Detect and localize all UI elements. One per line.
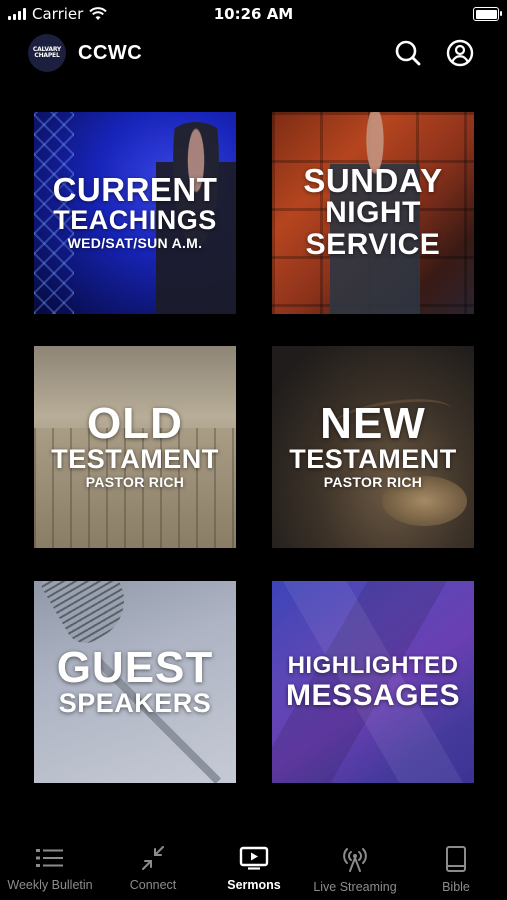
tile-line2: SPEAKERS	[58, 688, 212, 718]
tile-line1: OLD	[87, 399, 183, 448]
tile-text: SUNDAY NIGHT SERVICE	[303, 162, 443, 261]
status-bar: Carrier 10:26 AM	[0, 0, 507, 28]
tab-sermons[interactable]: Sermons	[204, 838, 304, 892]
tile-line3: WED/SAT/SUN A.M.	[67, 235, 203, 251]
search-icon[interactable]	[393, 38, 423, 68]
tile-sunday-night-service[interactable]: SUNDAY NIGHT SERVICE	[272, 112, 474, 314]
broadcast-icon	[343, 848, 367, 872]
tile-line1: GUEST	[56, 643, 214, 692]
tile-line2: MESSAGES	[285, 679, 461, 712]
tile-highlighted-messages[interactable]: HIGHLIGHTED MESSAGES	[272, 581, 474, 783]
tab-weekly-bulletin[interactable]: Weekly Bulletin	[0, 838, 100, 892]
tile-text: NEW TESTAMENT PASTOR RICH	[289, 399, 457, 491]
tab-bible[interactable]: Bible	[406, 838, 506, 894]
tab-connect[interactable]: Connect	[103, 838, 203, 892]
tile-text: GUEST SPEAKERS	[56, 643, 214, 718]
tab-label: Weekly Bulletin	[7, 878, 93, 892]
book-icon	[446, 846, 466, 872]
tab-label: Bible	[442, 880, 470, 894]
tile-guest-speakers[interactable]: GUEST SPEAKERS	[34, 581, 236, 783]
tile-line3: SERVICE	[305, 228, 441, 261]
tile-line3: PASTOR RICH	[85, 474, 185, 490]
tile-line2: NIGHT	[325, 196, 421, 229]
tile-line1: SUNDAY	[303, 162, 443, 199]
tab-label: Live Streaming	[313, 880, 397, 894]
tile-line1: HIGHLIGHTED	[287, 652, 459, 679]
tab-label: Connect	[129, 878, 177, 892]
microphone-icon	[38, 581, 139, 651]
video-icon	[239, 846, 269, 870]
battery-icon	[473, 7, 502, 21]
tile-text: HIGHLIGHTED MESSAGES	[286, 652, 460, 712]
tile-line3: PASTOR RICH	[323, 474, 423, 490]
tile-line2: TESTAMENT	[289, 444, 457, 474]
tile-line1: NEW	[320, 399, 426, 448]
status-time: 10:26 AM	[213, 5, 294, 23]
tile-current-teachings[interactable]: CURRENT TEACHINGS WED/SAT/SUN A.M.	[34, 112, 236, 314]
account-icon[interactable]	[445, 38, 475, 68]
tile-line2: TESTAMENT	[51, 444, 219, 474]
tile-new-testament[interactable]: NEW TESTAMENT PASTOR RICH	[272, 346, 474, 548]
tab-bar: Weekly Bulletin Connect Sermons Live Str…	[0, 838, 507, 900]
tab-label: Sermons	[227, 878, 281, 892]
app-logo[interactable]: CALVARY CHAPEL	[28, 34, 66, 72]
app-header: CALVARY CHAPEL CCWC	[0, 30, 507, 78]
tile-old-testament[interactable]: OLD TESTAMENT PASTOR RICH	[34, 346, 236, 548]
tile-text: CURRENT TEACHINGS WED/SAT/SUN A.M.	[52, 171, 218, 252]
list-icon	[36, 849, 63, 867]
logo-text: CALVARY CHAPEL	[32, 46, 62, 59]
tab-live-streaming[interactable]: Live Streaming	[305, 838, 405, 894]
tile-line2: TEACHINGS	[53, 205, 217, 235]
arrows-in-icon	[142, 846, 164, 870]
app-title: CCWC	[78, 42, 143, 64]
tile-line1: CURRENT	[52, 171, 218, 208]
tile-text: OLD TESTAMENT PASTOR RICH	[51, 399, 219, 491]
